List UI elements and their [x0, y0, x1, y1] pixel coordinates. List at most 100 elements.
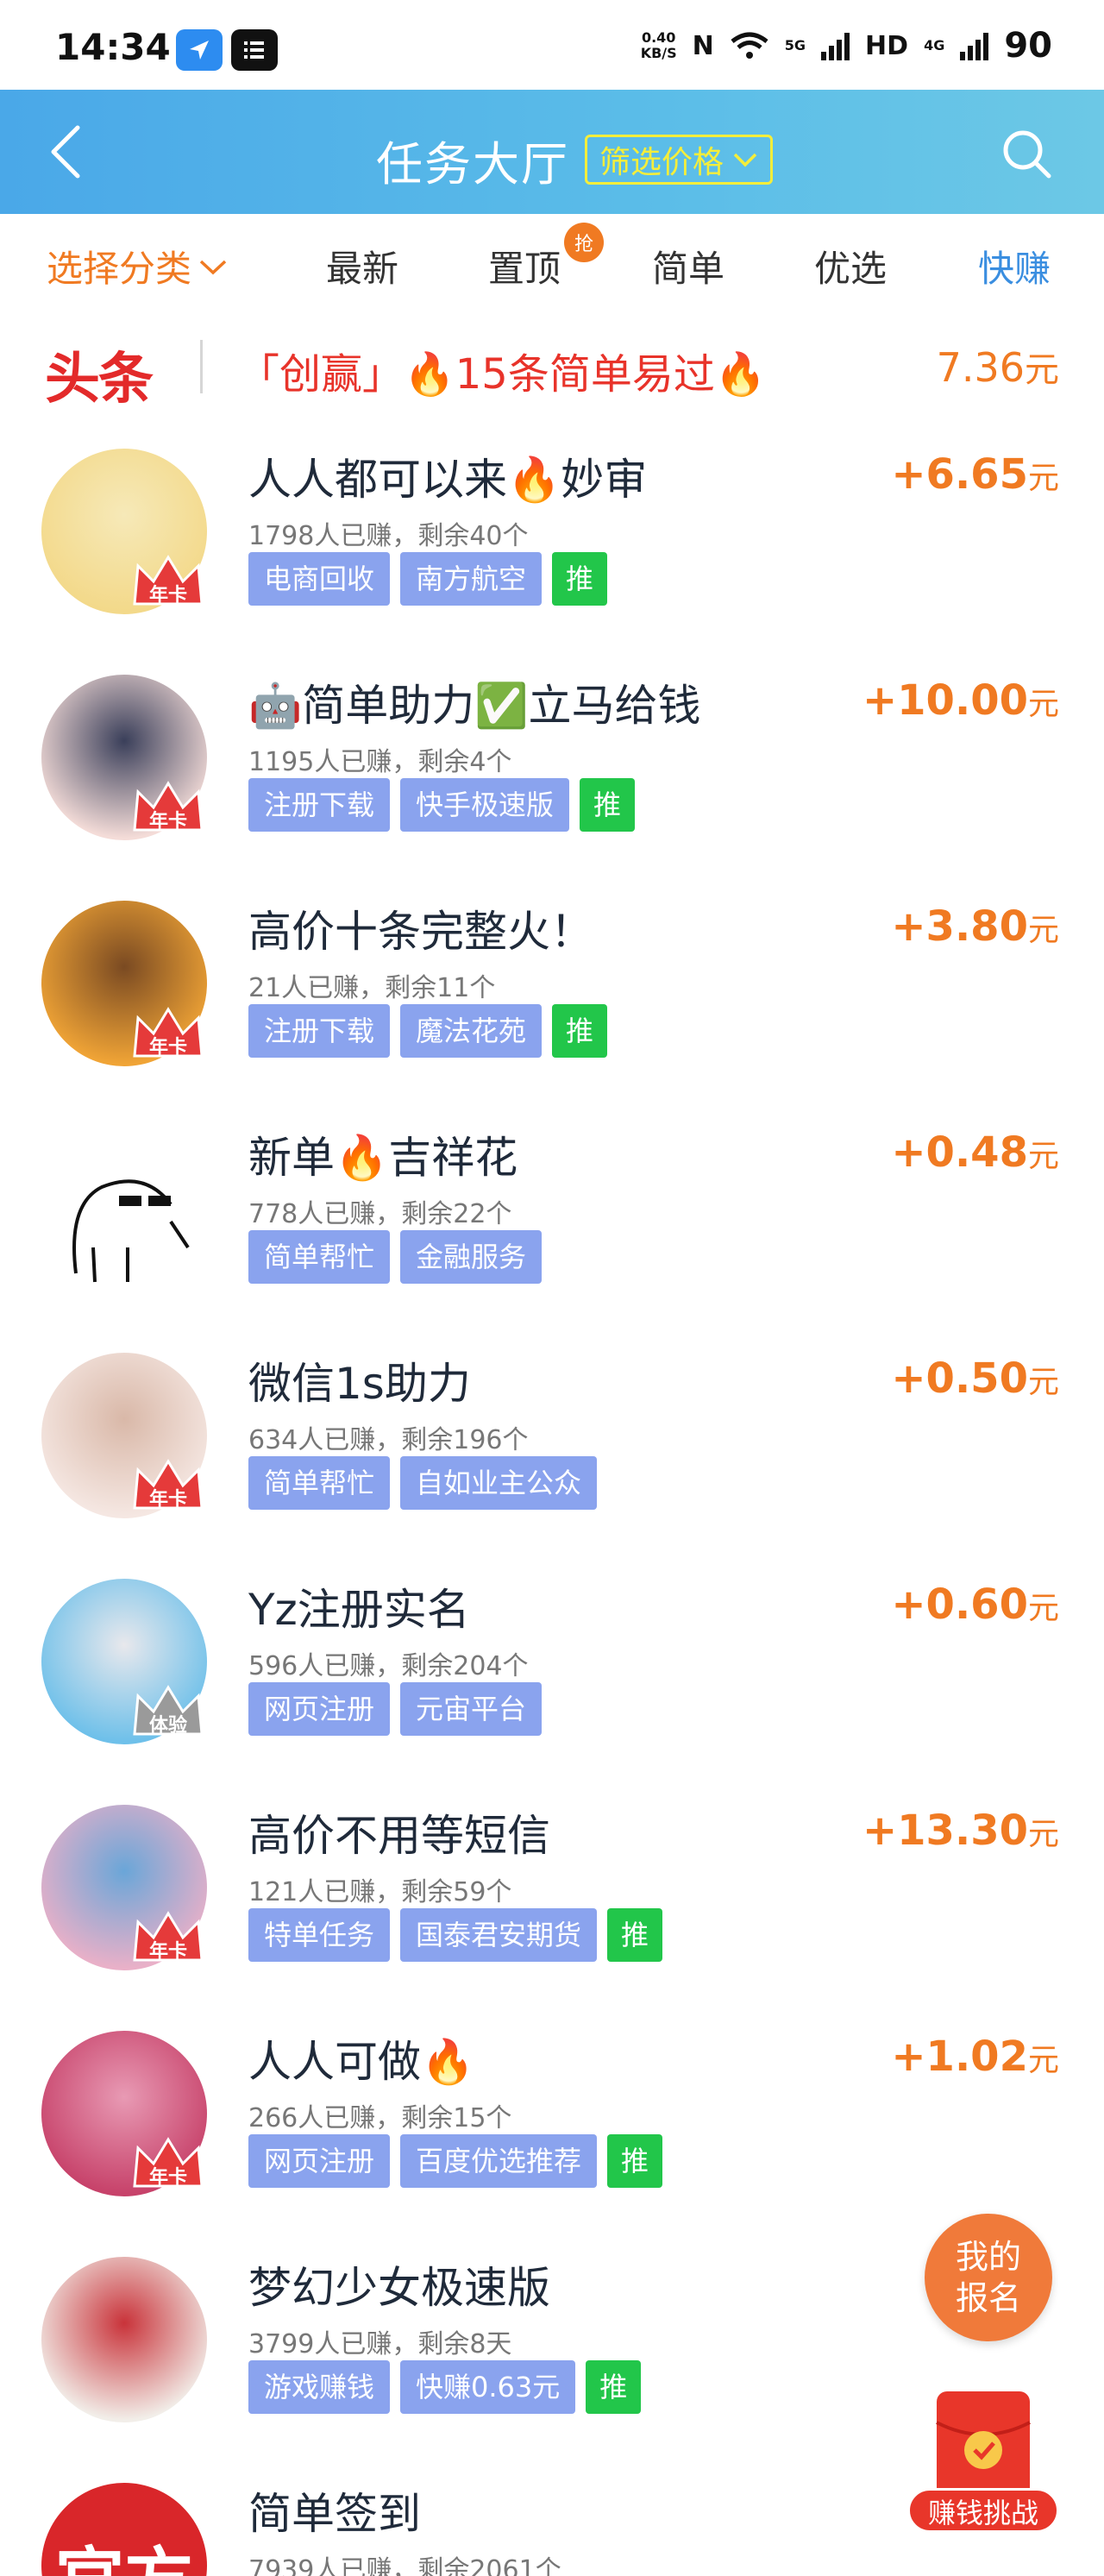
task-tag: 金融服务	[400, 1230, 543, 1284]
task-title: 人人都可以来🔥妙审	[248, 455, 648, 505]
task-tag: 简单帮忙	[248, 1456, 391, 1510]
my-signup-button[interactable]: 我的 报名	[925, 2214, 1052, 2341]
task-title: 梦幻少女极速版	[248, 2263, 550, 2313]
task-row[interactable]: 年卡 人人都可以来🔥妙审 1798人已赚，剩余40个 电商回收 南方航空推 +6.…	[0, 431, 1104, 657]
task-reward: +0.48元	[891, 1128, 1059, 1177]
task-row[interactable]: 年卡 高价不用等短信 121人已赚，剩余59个 特单任务 国泰君安期货推 +13.…	[0, 1787, 1104, 2014]
my-signup-label-1: 我的	[955, 2238, 1021, 2276]
task-row[interactable]: 年卡 🤖简单助力✅立马给钱 1195人已赚，剩余4个 注册下载 快手极速版推 +1…	[0, 657, 1104, 883]
crown-badge-icon: 年卡	[129, 1002, 207, 1065]
task-stats: 634人已赚，剩余196个	[248, 1425, 529, 1455]
task-tag: 元宙平台	[400, 1682, 543, 1736]
crown-badge-icon: 年卡	[129, 776, 207, 839]
task-title: 高价十条完整火！	[248, 907, 593, 957]
task-row[interactable]: 年卡 高价十条完整火！ 21人已赚，剩余11个 注册下载 魔法花苑推 +3.80元	[0, 883, 1104, 1109]
tab-quick[interactable]: 快赚	[978, 240, 1051, 292]
recommended-tag: 推	[580, 778, 636, 832]
tab-preferred[interactable]: 优选	[814, 240, 887, 292]
tab-simple[interactable]: 简单	[652, 240, 724, 292]
recommended-tag: 推	[552, 552, 608, 606]
headline-text: 「创赢」🔥15条简单易过🔥	[238, 350, 767, 399]
task-row[interactable]: 年卡 微信1s助力 634人已赚，剩余196个 简单帮忙 自如业主公众 +0.50…	[0, 1335, 1104, 1561]
task-tag: 游戏赚钱	[248, 2360, 391, 2414]
earn-challenge-button[interactable]: 赚钱挑战	[907, 2386, 1059, 2538]
page-title: 任务大厅	[376, 137, 569, 192]
recommended-tag: 推	[552, 1004, 608, 1058]
crown-badge-icon: 年卡	[129, 1454, 207, 1517]
wifi-icon	[731, 32, 768, 59]
task-tag: 简单帮忙	[248, 1230, 391, 1284]
task-tags: 电商回收 南方航空推	[248, 552, 608, 606]
navigation-icon	[176, 29, 223, 71]
badge-label: 年卡	[148, 1941, 187, 1963]
chevron-down-icon	[199, 260, 227, 274]
status-time: 14:34	[55, 26, 171, 68]
task-title: 新单🔥吉祥花	[248, 1133, 518, 1183]
nfc-icon: N	[692, 30, 714, 61]
crown-badge-icon: 年卡	[129, 2133, 207, 2195]
task-tags: 简单帮忙 自如业主公众	[248, 1456, 598, 1510]
signal-icon-2	[960, 31, 989, 60]
task-tags: 特单任务 国泰君安期货推	[248, 1908, 663, 1962]
tab-category-label: 选择分类	[47, 248, 192, 290]
tab-category[interactable]: 选择分类	[47, 240, 228, 292]
task-avatar	[41, 1127, 207, 1292]
badge-label: 年卡	[148, 585, 187, 606]
headline-divider	[200, 340, 203, 393]
task-stats: 778人已赚，剩余22个	[248, 1199, 512, 1229]
task-reward: +1.02元	[891, 2033, 1059, 2081]
task-tags: 注册下载 快手极速版推	[248, 778, 636, 832]
task-avatar	[41, 2257, 207, 2422]
task-tags: 简单帮忙 金融服务	[248, 1230, 543, 1284]
search-button[interactable]	[997, 124, 1057, 185]
task-row[interactable]: 新单🔥吉祥花 778人已赚，剩余22个 简单帮忙 金融服务 +0.48元	[0, 1109, 1104, 1335]
headline-banner[interactable]: 头条 「创赢」🔥15条简单易过🔥 7.36元	[0, 316, 1104, 419]
tab-latest[interactable]: 最新	[326, 240, 398, 292]
back-button[interactable]	[38, 121, 100, 183]
task-tag: 注册下载	[248, 1004, 391, 1058]
price-filter-button[interactable]: 筛选价格	[585, 135, 774, 185]
task-title: 简单签到	[248, 2489, 421, 2539]
hd-label: HD	[865, 30, 909, 61]
task-reward: +0.50元	[891, 1354, 1059, 1403]
crown-badge-icon: 年卡	[129, 1907, 207, 1969]
task-title: Yz注册实名	[248, 1585, 470, 1635]
task-row[interactable]: 体验 Yz注册实名 596人已赚，剩余204个 网页注册 元宙平台 +0.60元	[0, 1561, 1104, 1787]
list-icon	[231, 29, 278, 71]
task-title: 人人可做🔥	[248, 2037, 475, 2087]
chevron-down-icon	[733, 153, 757, 167]
task-tag: 网页注册	[248, 2134, 391, 2188]
task-stats: 7939人已赚，剩余2061个	[248, 2555, 561, 2576]
task-tag: 注册下载	[248, 778, 391, 832]
task-tag: 特单任务	[248, 1908, 391, 1962]
badge-label: 年卡	[148, 2167, 187, 2189]
task-row[interactable]: 年卡 人人可做🔥 266人已赚，剩余15个 网页注册 百度优选推荐推 +1.02元	[0, 2014, 1104, 2240]
badge-label: 年卡	[148, 1489, 187, 1511]
tab-pinned[interactable]: 置顶	[488, 240, 561, 292]
badge-label: 年卡	[148, 1037, 187, 1059]
recommended-tag: 推	[607, 1908, 663, 1962]
task-tag: 自如业主公众	[400, 1456, 598, 1510]
task-tag: 魔法花苑	[400, 1004, 543, 1058]
task-title: 微信1s助力	[248, 1359, 471, 1409]
task-tag: 南方航空	[400, 552, 543, 606]
search-icon	[1003, 130, 1051, 179]
network-4g-label: 4G	[924, 37, 945, 53]
task-reward: +3.80元	[891, 902, 1059, 951]
task-tag: 网页注册	[248, 1682, 391, 1736]
status-bar: 14:34 0.40 KB/S N 5G HD 4G 90	[0, 0, 1104, 90]
badge-label: 年卡	[148, 811, 187, 832]
status-indicators: 0.40 KB/S N 5G HD 4G 90	[641, 26, 1052, 66]
my-signup-label-2: 报名	[955, 2279, 1021, 2317]
app-header: 任务大厅 筛选价格	[0, 90, 1104, 214]
task-tag: 百度优选推荐	[400, 2134, 598, 2188]
network-5g-label: 5G	[784, 37, 806, 53]
price-filter-label: 筛选价格	[599, 145, 724, 180]
task-reward: +10.00元	[862, 676, 1059, 725]
headline-price: 7.36元	[936, 344, 1059, 391]
task-tag: 电商回收	[248, 552, 391, 606]
task-stats: 1798人已赚，剩余40个	[248, 521, 529, 551]
pinned-hot-badge: 抢	[564, 223, 604, 262]
task-title: 🤖简单助力✅立马给钱	[248, 681, 701, 731]
task-tag: 国泰君安期货	[400, 1908, 598, 1962]
